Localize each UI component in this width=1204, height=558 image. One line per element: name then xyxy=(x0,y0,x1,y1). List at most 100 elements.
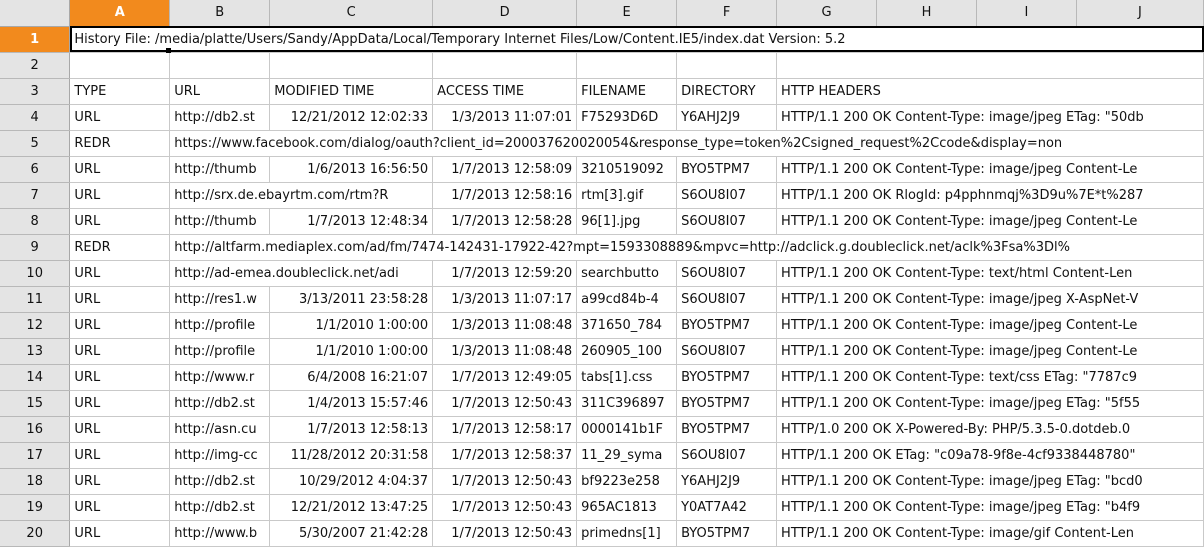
cell-modified-time[interactable]: 3/13/2011 23:58:28 xyxy=(269,286,434,313)
cell-filename[interactable]: a99cd84b-4 xyxy=(576,286,678,313)
column-header-c[interactable]: C xyxy=(269,0,434,27)
cell-http-headers[interactable]: HTTP/1.1 200 OK Content-Type: image/jpeg… xyxy=(776,312,1204,339)
select-all-corner[interactable] xyxy=(0,0,71,27)
cell-directory[interactable]: S6OU8I07 xyxy=(676,338,778,365)
cell-directory[interactable]: BYO5TPM7 xyxy=(676,364,778,391)
cell-type[interactable]: URL xyxy=(69,390,171,417)
row-header[interactable]: 16 xyxy=(0,416,71,443)
column-header-b[interactable]: B xyxy=(169,0,271,27)
cell-type[interactable]: URL xyxy=(69,364,171,391)
column-header-g[interactable]: G xyxy=(776,0,878,27)
cell-type[interactable]: URL xyxy=(69,442,171,469)
cell-http-headers[interactable]: HTTP/1.1 200 OK Content-Type: image/jpeg… xyxy=(776,390,1204,417)
cell-directory[interactable]: S6OU8I07 xyxy=(676,182,778,209)
cell-http-headers[interactable]: HTTP/1.1 200 OK Content-Type: image/jpeg… xyxy=(776,338,1204,365)
cell-a1-history-file[interactable]: History File: /media/platte/Users/Sandy/… xyxy=(69,26,1204,53)
cell-access-time[interactable]: 1/7/2013 12:49:05 xyxy=(432,364,578,391)
cell-modified-time[interactable]: 12/21/2012 13:47:25 xyxy=(269,494,434,521)
cell-access-time[interactable]: 1/3/2013 11:08:48 xyxy=(432,338,578,365)
row-header[interactable]: 18 xyxy=(0,468,71,495)
cell-url[interactable]: http://asn.cu xyxy=(169,416,271,443)
cell-url[interactable]: http://db2.st xyxy=(169,494,271,521)
column-header-i[interactable]: I xyxy=(976,0,1077,27)
cell-http-headers[interactable]: HTTP/1.1 200 OK RlogId: p4pphnmqj%3D9u%7… xyxy=(776,182,1204,209)
cell-access-time[interactable] xyxy=(432,52,578,79)
cell-modified-time[interactable]: 5/30/2007 21:42:28 xyxy=(269,520,434,547)
column-header-f[interactable]: F xyxy=(676,0,778,27)
cell-type[interactable]: URL xyxy=(69,494,171,521)
cell-access-time[interactable]: 1/7/2013 12:58:09 xyxy=(432,156,578,183)
cell-type[interactable]: REDR xyxy=(69,130,171,157)
cell-directory[interactable]: S6OU8I07 xyxy=(676,286,778,313)
cell-modified-time[interactable]: 11/28/2012 20:31:58 xyxy=(269,442,434,469)
column-header-d[interactable]: D xyxy=(432,0,578,27)
row-header[interactable]: 20 xyxy=(0,520,71,547)
row-header[interactable]: 11 xyxy=(0,286,71,313)
cell-grid[interactable]: A B C D E F G H I J 1 History File: /medi… xyxy=(0,0,1204,547)
cell-directory[interactable]: DIRECTORY xyxy=(676,78,778,105)
row-header[interactable]: 9 xyxy=(0,234,71,261)
cell-access-time[interactable]: 1/7/2013 12:59:20 xyxy=(432,260,578,287)
cell-type[interactable]: URL xyxy=(69,520,171,547)
cell-directory[interactable]: BYO5TPM7 xyxy=(676,390,778,417)
row-header[interactable]: 4 xyxy=(0,104,71,131)
row-header[interactable]: 7 xyxy=(0,182,71,209)
cell-http-headers[interactable]: HTTP/1.1 200 OK Content-Type: image/jpeg… xyxy=(776,286,1204,313)
cell-http-headers[interactable]: HTTP/1.1 200 OK Content-Type: image/gif … xyxy=(776,520,1204,547)
cell-access-time[interactable]: 1/7/2013 12:50:43 xyxy=(432,520,578,547)
cell-url[interactable]: http://db2.st xyxy=(169,390,271,417)
cell-filename[interactable]: primedns[1] xyxy=(576,520,678,547)
cell-http-headers[interactable]: HTTP/1.1 200 OK ETag: "c09a78-9f8e-4cf93… xyxy=(776,442,1204,469)
row-header[interactable]: 15 xyxy=(0,390,71,417)
cell-http-headers[interactable]: HTTP/1.1 200 OK Content-Type: image/jpeg… xyxy=(776,104,1204,131)
cell-directory[interactable]: BYO5TPM7 xyxy=(676,416,778,443)
row-header[interactable]: 13 xyxy=(0,338,71,365)
row-header[interactable]: 12 xyxy=(0,312,71,339)
cell-type[interactable]: URL xyxy=(69,156,171,183)
cell-directory[interactable]: S6OU8I07 xyxy=(676,208,778,235)
cell-http-headers[interactable]: HTTP/1.1 200 OK Content-Type: image/jpeg… xyxy=(776,208,1204,235)
cell-access-time[interactable]: 1/7/2013 12:58:28 xyxy=(432,208,578,235)
row-header[interactable]: 3 xyxy=(0,78,71,105)
cell-url[interactable]: http://res1.w xyxy=(169,286,271,313)
cell-url[interactable]: http://profile xyxy=(169,312,271,339)
cell-type[interactable]: TYPE xyxy=(69,78,171,105)
cell-modified-time[interactable]: 1/6/2013 16:56:50 xyxy=(269,156,434,183)
cell-modified-time[interactable]: 1/4/2013 15:57:46 xyxy=(269,390,434,417)
cell-url[interactable]: https://www.facebook.com/dialog/oauth?cl… xyxy=(169,130,1204,157)
cell-type[interactable]: URL xyxy=(69,208,171,235)
cell-url[interactable]: http://srx.de.ebayrtm.com/rtm?R xyxy=(169,182,434,209)
cell-type[interactable]: URL xyxy=(69,260,171,287)
cell-url[interactable]: URL xyxy=(169,78,271,105)
cell-type[interactable]: URL xyxy=(69,182,171,209)
cell-access-time[interactable]: 1/7/2013 12:58:37 xyxy=(432,442,578,469)
cell-directory[interactable]: S6OU8I07 xyxy=(676,260,778,287)
cell-access-time[interactable]: 1/7/2013 12:58:16 xyxy=(432,182,578,209)
cell-http-headers[interactable]: HTTP HEADERS xyxy=(776,78,1204,105)
cell-type[interactable]: URL xyxy=(69,286,171,313)
row-header[interactable]: 10 xyxy=(0,260,71,287)
cell-type[interactable]: URL xyxy=(69,312,171,339)
row-header[interactable]: 19 xyxy=(0,494,71,521)
cell-filename[interactable] xyxy=(576,52,678,79)
cell-url[interactable]: http://profile xyxy=(169,338,271,365)
cell-directory[interactable]: BYO5TPM7 xyxy=(676,312,778,339)
cell-http-headers[interactable]: HTTP/1.0 200 OK X-Powered-By: PHP/5.3.5-… xyxy=(776,416,1204,443)
cell-filename[interactable]: tabs[1].css xyxy=(576,364,678,391)
cell-http-headers[interactable]: HTTP/1.1 200 OK Content-Type: text/css E… xyxy=(776,364,1204,391)
column-header-a[interactable]: A xyxy=(69,0,171,27)
cell-directory[interactable]: Y6AHJ2J9 xyxy=(676,104,778,131)
cell-access-time[interactable]: 1/3/2013 11:07:17 xyxy=(432,286,578,313)
cell-filename[interactable]: 0000141b1F xyxy=(576,416,678,443)
cell-filename[interactable]: 311C396897 xyxy=(576,390,678,417)
cell-type[interactable]: REDR xyxy=(69,234,171,261)
cell-url[interactable]: http://img-cc xyxy=(169,442,271,469)
cell-access-time[interactable]: 1/7/2013 12:50:43 xyxy=(432,468,578,495)
cell-filename[interactable]: FILENAME xyxy=(576,78,678,105)
cell-modified-time[interactable]: 1/1/2010 1:00:00 xyxy=(269,338,434,365)
cell-modified-time[interactable] xyxy=(269,52,434,79)
cell-access-time[interactable]: 1/7/2013 12:50:43 xyxy=(432,494,578,521)
cell-modified-time[interactable]: 10/29/2012 4:04:37 xyxy=(269,468,434,495)
cell-http-headers[interactable]: HTTP/1.1 200 OK Content-Type: image/jpeg… xyxy=(776,494,1204,521)
row-header[interactable]: 1 xyxy=(0,26,71,53)
